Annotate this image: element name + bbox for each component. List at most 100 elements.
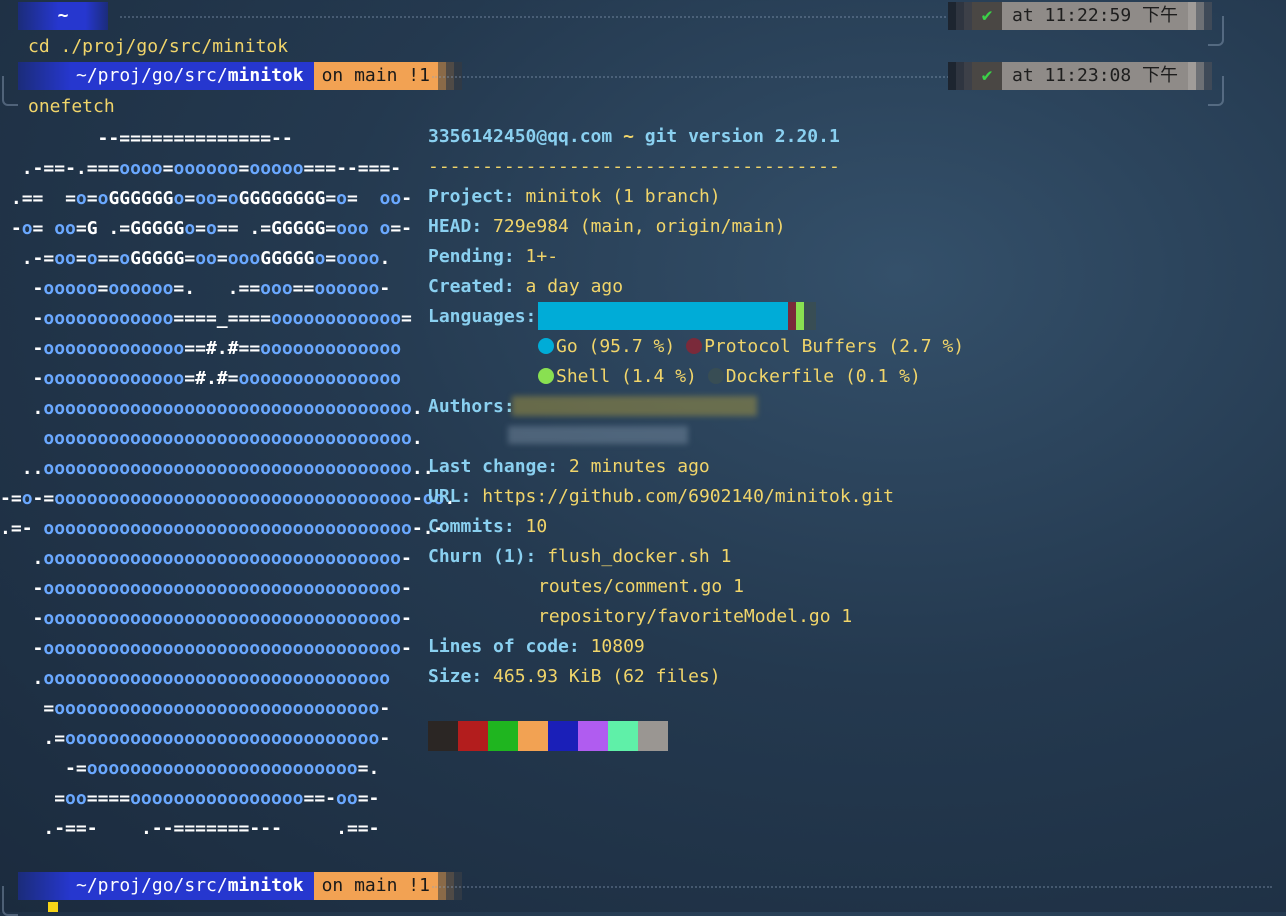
right-prompt-fade [948,62,972,90]
language-legend-row-1: Go (95.7 %) Protocol Buffers (2.7 %) [428,332,964,362]
info-key: Project: [428,186,515,207]
ascii-art-line: .oooooooooooooooooooooooooooooooo [32,668,391,689]
palette-swatch [428,721,458,751]
authors-redacted-blur [508,426,688,444]
language-bar-segment [788,302,796,330]
info-key: Pending: [428,246,515,267]
ascii-art-line: .-==-.===oooo=oooooo=ooooo===--===- [21,158,402,179]
palette-swatch [518,721,548,751]
info-key: Created: [428,276,515,297]
right-prompt-1: ✔ at 11:22:59 下午 [948,2,1213,30]
prompt-line-1: ~ [18,2,108,30]
command-time: at 11:23:08 下午 [1002,62,1189,90]
ascii-art-line: .-==- .--=======--- .==- [43,818,380,839]
success-check-icon: ✔ [972,2,1002,30]
info-commits: Commits: 10 [428,512,964,542]
go-ascii-logo: --==============-- .-==-.===oooo=oooooo=… [0,124,455,844]
ascii-art-line: .=- oooooooooooooooooooooooooooooooooo-.… [0,518,445,539]
language-legend-row-2: Shell (1.4 %) Dockerfile (0.1 %) [428,362,964,392]
palette-swatch [638,721,668,751]
language-shell: Shell (1.4 %) [556,366,697,387]
ascii-art-line: .-=oo=o==oGGGGG=oo=oooGGGGGo=oooo. [21,248,391,269]
info-last-change: Last change: 2 minutes ago [428,452,964,482]
ascii-art-line: .ooooooooooooooooooooooooooooooooo- [32,548,412,569]
ascii-art-line: -ooooooooooooo=#.#=ooooooooooooooo [32,368,402,389]
path-current-dir: minitok [227,65,304,86]
prompt-path: ~/proj/go/src/minitok [18,872,314,900]
info-value: https://github.com/6902140/minitok.git [482,486,895,507]
success-check-icon: ✔ [972,62,1002,90]
ascii-art-line: -=ooooooooooooooooooooooooo=. [65,758,380,779]
info-value: minitok (1 branch) [525,186,721,207]
ascii-art-line: -=o-=ooooooooooooooooooooooooooooooooo-o… [0,488,456,509]
palette-swatch [488,721,518,751]
header-git-version: git version 2.20.1 [644,126,840,147]
ascii-art-line: -o= oo=G .=GGGGGo=o== .=GGGGG=ooo o=- [10,218,413,239]
palette-swatch [458,721,488,751]
palette-swatch [608,721,638,751]
ascii-art-line: oooooooooooooooooooooooooooooooooo. [0,428,423,449]
info-url: URL: https://github.com/6902140/minitok.… [428,482,964,512]
info-value: 729e984 (main, origin/main) [493,216,786,237]
ascii-art-line: .oooooooooooooooooooooooooooooooooo. [32,398,423,419]
churn-file: routes/comment.go 1 [538,576,744,597]
header-user: 3356142450@qq.com [428,126,613,147]
language-bar-segment [796,302,804,330]
ascii-art-line: .== =o=oGGGGGGo=oo=oGGGGGGGG=o= oo- [10,188,413,209]
header-sep: ~ [612,126,645,147]
info-project: Project: minitok (1 branch) [428,182,964,212]
shell-language-dot-icon [538,368,554,384]
terminal-cursor[interactable] [48,902,58,912]
ascii-art-line: -oooooooooooo====_====oooooooooooo= [32,308,412,329]
info-loc: Lines of code: 10809 [428,632,964,662]
ascii-art-line: =oo====oooooooooooooooo==-oo=- [54,788,380,809]
prompt-path: ~/proj/go/src/minitok [18,62,314,90]
info-key: Authors: [428,396,515,417]
churn-file: flush_docker.sh 1 [547,546,732,567]
info-size: Size: 465.93 KiB (62 files) [428,662,964,692]
info-key: Last change: [428,456,559,477]
churn-row: repository/favoriteModel.go 1 [428,602,964,632]
prompt-filler-dots [432,76,952,80]
info-value: 10 [525,516,548,537]
git-branch-status: on main !1 [313,62,438,90]
ascii-art-line: -ooooooooooooooooooooooooooooooooo- [32,638,412,659]
prompt-path: ~ [18,2,108,30]
right-prompt-fade [948,2,972,30]
info-key: Churn (1): [428,546,537,567]
ascii-art-line: --==============-- [97,128,293,149]
path-prefix: ~/proj/go/src/ [76,875,228,896]
palette-swatch [578,721,608,751]
prompt-line-3: ~/proj/go/src/minitok on main !1 [18,872,462,900]
info-value: 1+- [525,246,559,267]
info-key: URL: [428,486,472,507]
churn-file: repository/favoriteModel.go 1 [538,606,853,627]
prompt-frame-corner-left [2,76,18,106]
info-key: Languages: [428,306,537,327]
info-key: HEAD: [428,216,483,237]
language-bar-segment [804,302,816,330]
language-dockerfile: Dockerfile (0.1 %) [725,366,921,387]
language-distribution-bar [538,302,818,330]
language-bar-segment [538,302,788,330]
ascii-art-line: -ooooooooooooooooooooooooooooooooo- [32,578,412,599]
info-value: a day ago [525,276,624,297]
palette-swatch [548,721,578,751]
command-line-1: cd ./proj/go/src/minitok [28,36,289,57]
dockerfile-language-dot-icon [707,368,724,384]
prompt-filler-dots [432,886,1272,890]
command-time: at 11:22:59 下午 [1002,2,1189,30]
path-current-dir: minitok [227,875,304,896]
ascii-art-line: -ooooooooooooo==#.#==ooooooooooooo [32,338,402,359]
info-value: 2 minutes ago [568,456,710,477]
info-key: Commits: [428,516,515,537]
info-value: 10809 [590,636,645,657]
info-value: 465.93 KiB (62 files) [493,666,721,687]
right-prompt-2: ✔ at 11:23:08 下午 [948,62,1213,90]
prompt-frame-corner [1208,76,1224,106]
info-created: Created: a day ago [428,272,964,302]
ascii-art-line: -ooooo=oooooo=. .==ooo==oooooo- [32,278,391,299]
protobuf-language-dot-icon [686,338,703,354]
prompt-line-2: ~/proj/go/src/minitok on main !1 [18,62,462,90]
command-line-2: onefetch [28,96,115,117]
